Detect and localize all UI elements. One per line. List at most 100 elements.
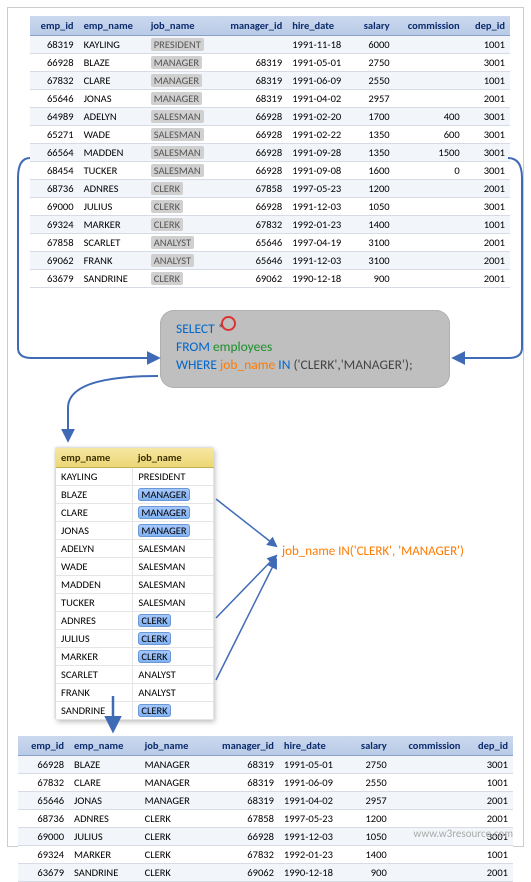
cell-salary: 1050 xyxy=(354,198,395,216)
cell-emp_id: 68736 xyxy=(18,810,69,828)
cell-emp_name: FRANK xyxy=(79,252,146,270)
cell-salary: 1600 xyxy=(354,162,395,180)
table-row: JONASMANAGER xyxy=(56,522,214,540)
cell-hire_date: 1991-12-03 xyxy=(287,252,354,270)
cell-manager_id xyxy=(217,36,287,54)
table-row: 63679SANDRINECLERK690621990-12-189002001 xyxy=(30,270,510,288)
cell-emp_id: 67832 xyxy=(18,774,69,792)
col-job_name: job_name xyxy=(140,736,206,756)
table-row: SCARLETANALYST xyxy=(56,666,214,684)
cell-manager_id: 66928 xyxy=(217,108,287,126)
cell-manager_id: 69062 xyxy=(217,270,287,288)
col-commission: commission xyxy=(392,736,466,756)
col-emp_id: emp_id xyxy=(30,16,79,36)
table-row: 67832CLAREMANAGER683191991-06-0925501001 xyxy=(30,72,510,90)
cell-emp_id: 67832 xyxy=(30,72,79,90)
cell-job_name: SALESMAN xyxy=(133,558,214,576)
cell-emp_name: JULIUS xyxy=(79,198,146,216)
table-excerpt: emp_namejob_name KAYLINGPRESIDENTBLAZEMA… xyxy=(56,448,214,720)
cell-commission xyxy=(395,234,465,252)
cell-dep_id: 3001 xyxy=(465,162,510,180)
cell-manager_id: 66928 xyxy=(217,198,287,216)
table-row: 69062FRANKANALYST656461991-12-0331002001 xyxy=(30,252,510,270)
filter-annotation: job_name IN('CLERK', 'MANAGER') xyxy=(282,544,464,559)
cell-emp_name: ADNRES xyxy=(56,612,133,630)
cell-job_name: PRESIDENT xyxy=(146,36,217,54)
cell-hire_date: 1991-12-03 xyxy=(287,198,354,216)
cell-manager_id: 68319 xyxy=(205,792,279,810)
col-salary: salary xyxy=(354,16,395,36)
cell-job_name: CLERK xyxy=(146,216,217,234)
cell-emp_name: BLAZE xyxy=(69,756,140,774)
cell-emp_id: 65646 xyxy=(18,792,69,810)
cell-job_name: ANALYST xyxy=(146,234,217,252)
cell-emp_name: SANDRINE xyxy=(69,864,140,882)
cell-salary: 900 xyxy=(354,270,395,288)
cell-emp_id: 66564 xyxy=(30,144,79,162)
cell-emp_name: ADNRES xyxy=(79,180,146,198)
cell-job_name: ANALYST xyxy=(133,684,214,702)
cell-dep_id: 1001 xyxy=(465,72,510,90)
cell-manager_id: 68319 xyxy=(217,54,287,72)
cell-emp_name: CLARE xyxy=(56,504,133,522)
col-dep_id: dep_id xyxy=(465,736,513,756)
cell-manager_id: 65646 xyxy=(217,252,287,270)
cell-hire_date: 1992-01-23 xyxy=(279,846,349,864)
cell-salary: 2550 xyxy=(349,774,392,792)
cell-salary: 6000 xyxy=(354,36,395,54)
cell-manager_id: 66928 xyxy=(217,144,287,162)
cell-emp_name: SANDRINE xyxy=(79,270,146,288)
table-row: 65646JONASMANAGER683191991-04-0229572001 xyxy=(18,792,513,810)
table-row: TUCKERSALESMAN xyxy=(56,594,214,612)
cell-commission: 0 xyxy=(395,162,465,180)
cell-emp_name: CLARE xyxy=(69,774,140,792)
cell-emp_name: MARKER xyxy=(69,846,140,864)
cell-emp_id: 67858 xyxy=(30,234,79,252)
cell-emp_name: CLARE xyxy=(79,72,146,90)
cell-dep_id: 3001 xyxy=(465,198,510,216)
cell-job_name: SALESMAN xyxy=(133,594,214,612)
cell-job_name: PRESIDENT xyxy=(133,468,214,486)
cell-manager_id: 66928 xyxy=(217,162,287,180)
cell-job_name: SALESMAN xyxy=(146,144,217,162)
cell-emp_id: 66928 xyxy=(30,54,79,72)
cell-job_name: CLERK xyxy=(146,180,217,198)
cell-dep_id: 3001 xyxy=(465,108,510,126)
cell-commission xyxy=(392,810,466,828)
cell-emp_name: ADELYN xyxy=(56,540,133,558)
cell-job_name: MANAGER xyxy=(133,486,214,504)
cell-job_name: MANAGER xyxy=(140,774,206,792)
table-row: MADDENSALESMAN xyxy=(56,576,214,594)
cell-emp_id: 68319 xyxy=(30,36,79,54)
cell-hire_date: 1991-09-08 xyxy=(287,162,354,180)
cell-manager_id: 68319 xyxy=(205,756,279,774)
cell-salary: 2957 xyxy=(354,90,395,108)
cell-emp_name: SCARLET xyxy=(56,666,133,684)
sql-code-box: SELECT * FROM employees WHERE job_name I… xyxy=(160,310,450,388)
table-row: BLAZEMANAGER xyxy=(56,486,214,504)
cell-emp_name: JONAS xyxy=(69,792,140,810)
cell-dep_id: 2001 xyxy=(465,270,510,288)
col-job_name: job_name xyxy=(133,448,214,468)
cell-manager_id: 66928 xyxy=(217,126,287,144)
col-job_name: job_name xyxy=(146,16,217,36)
sql-where: WHERE xyxy=(176,356,220,373)
cell-hire_date: 1991-02-20 xyxy=(287,108,354,126)
cell-job_name: CLERK xyxy=(146,198,217,216)
table-row: 69324MARKERCLERK678321992-01-2314001001 xyxy=(18,846,513,864)
cell-job_name: SALESMAN xyxy=(146,126,217,144)
cell-emp_name: MARKER xyxy=(79,216,146,234)
cell-hire_date: 1991-05-01 xyxy=(279,756,349,774)
cell-hire_date: 1997-04-19 xyxy=(287,234,354,252)
cell-job_name: SALESMAN xyxy=(133,540,214,558)
cell-dep_id: 2001 xyxy=(465,810,513,828)
cell-emp_name: ADELYN xyxy=(79,108,146,126)
cell-dep_id: 2001 xyxy=(465,234,510,252)
cell-emp_name: SANDRINE xyxy=(56,702,133,720)
cell-dep_id: 1001 xyxy=(465,774,513,792)
table-row: 66928BLAZEMANAGER683191991-05-0127503001 xyxy=(18,756,513,774)
cell-job_name: MANAGER xyxy=(140,792,206,810)
col-dep_id: dep_id xyxy=(465,16,510,36)
cell-commission xyxy=(395,252,465,270)
cell-salary: 3100 xyxy=(354,234,395,252)
